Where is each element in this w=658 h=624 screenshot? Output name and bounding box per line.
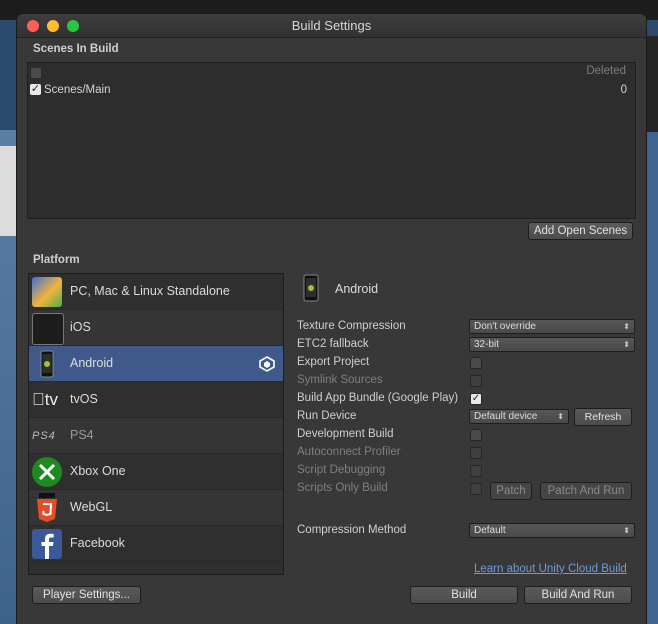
platform-item-facebook[interactable]: Facebook bbox=[29, 526, 283, 562]
build-app-bundle-checkbox[interactable]: ✓ bbox=[470, 393, 482, 405]
add-open-scenes-button[interactable]: Add Open Scenes bbox=[528, 222, 633, 240]
platform-item-label: Android bbox=[70, 356, 114, 370]
platform-item-ps4[interactable]: PS4 PS4 bbox=[29, 418, 283, 454]
etc2-fallback-label: ETC2 fallback bbox=[297, 338, 369, 350]
scripts-only-build-checkbox[interactable] bbox=[470, 483, 482, 495]
ios-device-icon bbox=[32, 313, 64, 345]
texture-compression-value: Don't override bbox=[474, 321, 536, 332]
scenes-select-all-checkbox[interactable] bbox=[30, 67, 42, 79]
platform-header: Platform bbox=[33, 254, 80, 266]
etc2-fallback-dropdown[interactable]: 32-bit ⬍ bbox=[469, 337, 635, 352]
scene-name: Scenes/Main bbox=[44, 84, 111, 96]
dropdown-arrows-icon: ⬍ bbox=[557, 412, 564, 421]
compression-method-value: Default bbox=[474, 525, 506, 536]
unity-icon bbox=[259, 356, 275, 372]
build-and-run-button[interactable]: Build And Run bbox=[524, 586, 632, 604]
scene-checkbox[interactable]: ✓ bbox=[30, 84, 41, 95]
run-device-value: Default device bbox=[474, 411, 538, 422]
platform-item-label: Xbox One bbox=[70, 464, 126, 478]
apple-tv-icon: tv bbox=[32, 390, 58, 409]
minimize-window-icon[interactable] bbox=[47, 20, 59, 32]
dropdown-arrows-icon: ⬍ bbox=[623, 340, 630, 349]
ps4-logo-icon: PS4 bbox=[32, 430, 56, 442]
etc2-fallback-value: 32-bit bbox=[474, 339, 500, 350]
build-app-bundle-label: Build App Bundle (Google Play) bbox=[297, 392, 459, 404]
run-device-label: Run Device bbox=[297, 410, 357, 422]
close-window-icon[interactable] bbox=[27, 20, 39, 32]
export-project-label: Export Project bbox=[297, 356, 370, 368]
platform-item-xbox-one[interactable]: Xbox One bbox=[29, 454, 283, 490]
refresh-button[interactable]: Refresh bbox=[574, 408, 632, 426]
scene-row[interactable]: ✓ Scenes/Main 0 bbox=[30, 83, 633, 99]
compression-method-label: Compression Method bbox=[297, 524, 407, 536]
platform-item-standalone[interactable]: PC, Mac & Linux Standalone bbox=[29, 274, 283, 310]
development-build-checkbox[interactable] bbox=[470, 429, 482, 441]
window-title: Build Settings bbox=[291, 18, 372, 33]
dropdown-arrows-icon: ⬍ bbox=[623, 526, 630, 535]
scene-index: 0 bbox=[620, 84, 627, 96]
script-debugging-label: Script Debugging bbox=[297, 464, 386, 476]
platform-item-tvos[interactable]: tv tvOS bbox=[29, 382, 283, 418]
scenes-list[interactable]: Deleted ✓ Scenes/Main 0 bbox=[27, 62, 636, 219]
platform-item-label: PS4 bbox=[70, 428, 94, 442]
export-project-checkbox[interactable] bbox=[470, 357, 482, 369]
patch-and-run-button[interactable]: Patch And Run bbox=[540, 482, 632, 500]
build-button[interactable]: Build bbox=[410, 586, 518, 604]
patch-button[interactable]: Patch bbox=[490, 482, 532, 500]
platform-item-label: WebGL bbox=[70, 500, 113, 514]
run-device-dropdown[interactable]: Default device ⬍ bbox=[469, 409, 569, 424]
unity-cloud-build-link[interactable]: Learn about Unity Cloud Build bbox=[474, 563, 627, 575]
platform-item-label: tvOS bbox=[70, 392, 98, 406]
player-settings-button[interactable]: Player Settings... bbox=[32, 586, 141, 604]
platform-item-webgl[interactable]: WebGL bbox=[29, 490, 283, 526]
texture-compression-dropdown[interactable]: Don't override ⬍ bbox=[469, 319, 635, 334]
background-desktop-blue bbox=[646, 132, 658, 624]
platform-list[interactable]: PC, Mac & Linux Standalone iOS Android … bbox=[28, 273, 284, 575]
deleted-column-label: Deleted bbox=[586, 65, 626, 77]
background-desktop-right bbox=[646, 36, 658, 624]
symlink-sources-checkbox[interactable] bbox=[470, 375, 482, 387]
html5-icon bbox=[32, 493, 62, 523]
script-debugging-checkbox[interactable] bbox=[470, 465, 482, 477]
development-build-label: Development Build bbox=[297, 428, 394, 440]
dropdown-arrows-icon: ⬍ bbox=[623, 322, 630, 331]
xbox-icon bbox=[32, 457, 62, 487]
autoconnect-profiler-label: Autoconnect Profiler bbox=[297, 446, 401, 458]
build-settings-window: Build Settings Scenes In Build Deleted ✓… bbox=[17, 14, 646, 624]
texture-compression-label: Texture Compression bbox=[297, 320, 406, 332]
symlink-sources-label: Symlink Sources bbox=[297, 374, 383, 386]
platform-item-label: PC, Mac & Linux Standalone bbox=[70, 284, 230, 298]
scripts-only-build-label: Scripts Only Build bbox=[297, 482, 388, 494]
zoom-window-icon[interactable] bbox=[67, 20, 79, 32]
android-phone-icon bbox=[32, 349, 62, 379]
selected-platform-title: Android bbox=[335, 282, 379, 296]
title-bar[interactable]: Build Settings bbox=[17, 14, 646, 38]
scenes-in-build-header: Scenes In Build bbox=[33, 43, 119, 55]
android-phone-icon bbox=[303, 274, 319, 302]
platform-item-label: iOS bbox=[70, 320, 91, 334]
autoconnect-profiler-checkbox[interactable] bbox=[470, 447, 482, 459]
platform-item-label: Facebook bbox=[70, 536, 125, 550]
pc-mac-linux-icon bbox=[32, 277, 62, 307]
compression-method-dropdown[interactable]: Default ⬍ bbox=[469, 523, 635, 538]
platform-item-ios[interactable]: iOS bbox=[29, 310, 283, 346]
facebook-icon bbox=[32, 529, 62, 559]
platform-item-android[interactable]: Android bbox=[29, 346, 283, 382]
